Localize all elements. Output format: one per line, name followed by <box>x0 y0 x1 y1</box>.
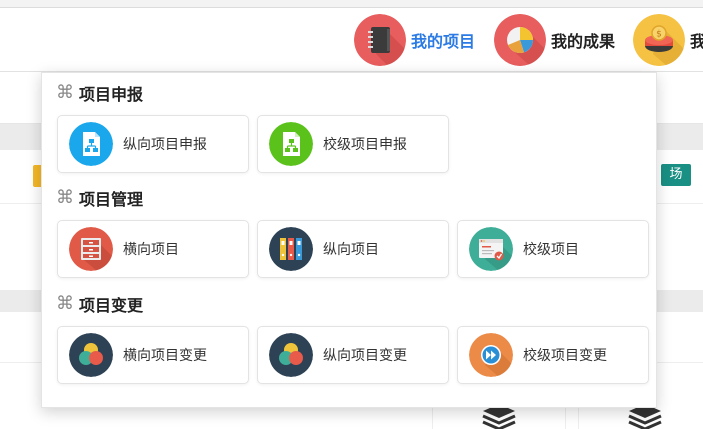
command-icon: ⌘ <box>56 82 74 103</box>
svg-text:$: $ <box>656 30 662 40</box>
menu-item-label: 纵向项目 <box>323 242 379 258</box>
command-icon: ⌘ <box>56 293 74 314</box>
menu-item-vertical-projects[interactable]: 纵向项目 <box>257 220 449 278</box>
browser-window-icon <box>469 227 513 271</box>
menu-item-horizontal-projects[interactable]: 横向项目 <box>57 220 249 278</box>
projects-dropdown-menu: ⌘ 项目申报 纵向项目申报 校级项目申报 ⌘ 项目管理 横向项目 纵向项目 校级… <box>41 72 657 408</box>
menu-item-vertical-declaration[interactable]: 纵向项目申报 <box>57 115 249 173</box>
section-title-declaration: ⌘ 项目申报 <box>56 82 144 105</box>
nav-label: 我的项目 <box>411 32 476 51</box>
section-title-text: 项目变更 <box>79 296 144 315</box>
menu-item-label: 横向项目变更 <box>123 348 207 364</box>
browser-top-strip <box>0 0 703 8</box>
section-title-text: 项目申报 <box>79 85 144 104</box>
nav-item-truncated[interactable]: $ 我 <box>633 14 703 66</box>
coin-bowl-icon: $ <box>633 14 685 66</box>
menu-item-school-projects[interactable]: 校级项目 <box>457 220 649 278</box>
file-cabinet-icon <box>69 227 113 271</box>
menu-item-vertical-changes[interactable]: 纵向项目变更 <box>257 326 449 384</box>
section-title-management: ⌘ 项目管理 <box>56 187 144 210</box>
color-circles-icon <box>69 333 113 377</box>
menu-item-school-declaration[interactable]: 校级项目申报 <box>257 115 449 173</box>
menu-item-label: 纵向项目申报 <box>123 137 207 153</box>
status-badge: 场 <box>661 164 691 186</box>
notebook-icon <box>354 14 406 66</box>
fast-forward-icon <box>469 333 513 377</box>
nav-my-results[interactable]: 我的成果 <box>494 14 615 66</box>
section-title-changes: ⌘ 项目变更 <box>56 293 144 316</box>
nav-my-projects[interactable]: 我的项目 <box>354 14 475 66</box>
color-circles-icon <box>269 333 313 377</box>
nav-label: 我的成果 <box>551 32 616 51</box>
command-icon: ⌘ <box>56 187 74 208</box>
nav-label: 我 <box>690 32 703 51</box>
menu-item-label: 横向项目 <box>123 242 179 258</box>
file-flowchart-icon <box>269 122 313 166</box>
binders-icon <box>269 227 313 271</box>
section-title-text: 项目管理 <box>79 190 144 209</box>
file-flowchart-icon <box>69 122 113 166</box>
menu-item-school-changes[interactable]: 校级项目变更 <box>457 326 649 384</box>
menu-item-label: 校级项目变更 <box>523 348 607 364</box>
menu-item-label: 校级项目 <box>523 242 579 258</box>
menu-item-label: 纵向项目变更 <box>323 348 407 364</box>
menu-item-horizontal-changes[interactable]: 横向项目变更 <box>57 326 249 384</box>
menu-item-label: 校级项目申报 <box>323 137 407 153</box>
pie-chart-icon <box>494 14 546 66</box>
